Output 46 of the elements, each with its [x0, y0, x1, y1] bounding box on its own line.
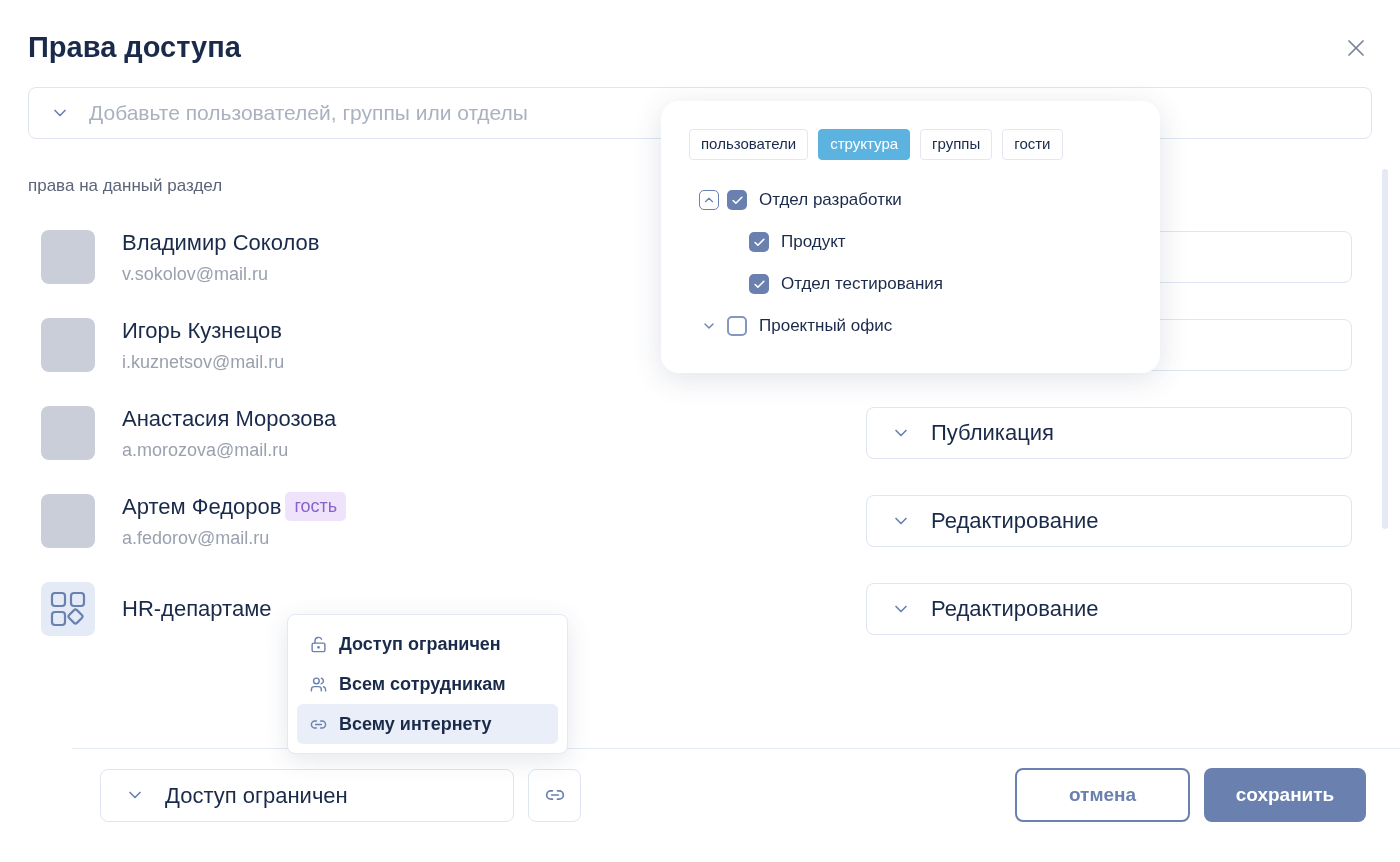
scrollbar[interactable] — [1382, 169, 1388, 529]
access-select[interactable]: Доступ ограничен — [100, 768, 514, 822]
member-name: Артем Федоров — [122, 492, 282, 521]
menu-item[interactable]: Всем сотрудникам — [297, 664, 558, 704]
tree-item-label: Продукт — [781, 231, 846, 254]
member-name: Игорь Кузнецов — [122, 316, 282, 345]
people-icon — [310, 675, 327, 693]
picker-tab[interactable]: пользователи — [689, 129, 809, 160]
menu-item[interactable]: Всему интернету — [297, 704, 558, 744]
check-icon — [752, 277, 766, 291]
cancel-button[interactable]: отмена — [1015, 768, 1190, 822]
collapse-toggle[interactable] — [699, 190, 719, 210]
guest-tag: гость — [285, 491, 347, 521]
copy-link-button[interactable] — [528, 768, 581, 822]
checkbox[interactable] — [749, 274, 769, 294]
photo-placeholder — [41, 317, 95, 372]
check-icon — [730, 193, 744, 207]
member-name: Анастасия Морозова — [122, 404, 337, 433]
check-icon — [752, 235, 766, 249]
photo-placeholder — [41, 405, 95, 460]
member-email: a.fedorov@mail.ru — [122, 526, 270, 550]
photo-placeholder — [41, 229, 95, 284]
tree-item-label: Проектный офис — [759, 315, 893, 338]
save-button[interactable]: сохранить — [1204, 768, 1366, 822]
checkbox[interactable] — [727, 190, 747, 210]
checkbox[interactable] — [749, 232, 769, 252]
padlock-icon — [310, 635, 327, 653]
member-name: HR-департаме — [122, 595, 272, 623]
member-email: i.kuznetsov@mail.ru — [122, 350, 285, 374]
permission-select[interactable]: Редактирование — [866, 494, 1352, 547]
tree-item-label: Отдел разработки — [759, 189, 902, 212]
section-label: права на данный раздел — [28, 175, 224, 197]
tree-item-label: Отдел тестирования — [781, 273, 944, 296]
permission-select[interactable]: Редактирование — [866, 582, 1352, 635]
checkbox[interactable] — [727, 316, 747, 336]
picker-tab[interactable]: группы — [920, 129, 993, 160]
add-members-field[interactable]: Добавьте пользователей, группы или отделы — [28, 87, 1372, 139]
photo-placeholder — [41, 493, 95, 548]
permission-select[interactable]: Публикация — [866, 406, 1352, 459]
member-email: v.sokolov@mail.ru — [122, 262, 268, 286]
dialog-title: Права доступа — [28, 30, 241, 66]
apps-icon — [50, 590, 86, 627]
member-name: Владимир Соколов — [122, 228, 320, 257]
picker-tab[interactable]: гости — [1002, 129, 1063, 160]
menu-item[interactable]: Доступ ограничен — [297, 624, 558, 664]
member-email: a.morozova@mail.ru — [122, 438, 289, 462]
